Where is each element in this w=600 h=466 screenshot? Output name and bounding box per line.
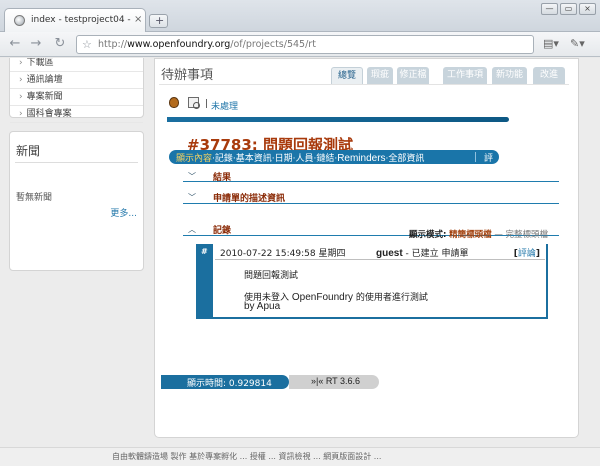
search-document-icon[interactable] [188,97,200,109]
browser-toolbar: ← → ↻ ☆ http://www.openfoundry.org/of/pr… [0,32,600,57]
rt-footer: 顯示時間: 0.929814 »|« RT 3.6.6 [161,375,381,389]
plus-icon: + [155,14,165,27]
reload-button[interactable]: ↻ [51,35,69,53]
news-empty-text: 暫無新聞 [16,193,53,203]
history-marker: # [196,244,213,319]
tab-close-icon[interactable]: × [134,14,142,25]
menu-items-links[interactable]: ‧記錄‧基本資訊‧日期‧人員‧鏈結‧ [212,154,337,164]
main-content: 待辦事項 總覽 瑕疵 修正檔 工作事項 新功能 改進 | 未處理 #37783:… [154,58,579,438]
news-more-link[interactable]: 更多... [110,206,137,219]
tab-defects[interactable]: 瑕疵 [367,67,393,84]
divider [215,259,545,260]
section-description[interactable]: ﹀ 申請單的描述資訊 [183,191,559,204]
page-gutter [590,58,600,466]
tab-features[interactable]: 新功能 [492,67,527,84]
page-viewport: › 下載區 › 通訊論壇 › 專案新聞 › 國科會專案 新聞 暫無新聞 更多... 待辦… [0,58,600,466]
history-author: guest - 已建立 申請單 [376,248,469,259]
history-body-line: by Apua [244,301,281,312]
url-text: http://www.openfoundry.org/of/projects/5… [98,39,316,50]
tab-tasks[interactable]: 工作事項 [443,67,487,84]
sidebar-menu: › 下載區 › 通訊論壇 › 專案新聞 › 國科會專案 [9,58,144,123]
bug-icon[interactable] [169,97,179,108]
news-title: 新聞 [16,144,41,158]
ticket-menu-bar: 顯示內容‧記錄‧基本資訊‧日期‧人員‧鏈結‧Reminders‧全部資訊 評論 [169,150,499,177]
divider [15,162,138,163]
reply-link[interactable]: 評論 [518,249,536,259]
footer-text: 自由軟體鑄造場 製作 基於專案孵化 ... 授權 ... 資訊檢視 ... 網頁… [112,452,382,461]
header-bar [167,117,509,122]
sidebar-item-nsc-projects[interactable]: › 國科會專案 [10,106,143,123]
favicon-icon [14,15,25,26]
new-tab-button[interactable]: + [149,14,168,28]
history-reply: [評論] [513,249,540,259]
close-window-button[interactable]: × [579,3,596,15]
news-panel: 新聞 暫無新聞 更多... [9,131,144,271]
forward-button[interactable]: → [27,35,45,53]
page-title: 待辦事項 [161,68,214,83]
divider [159,84,569,85]
brief-headers-link[interactable]: 精簡標頭檔 [449,230,492,240]
sidebar-item-forum[interactable]: › 通訊論壇 [10,72,143,89]
maximize-button[interactable]: ▭ [560,3,577,15]
chevron-down-icon[interactable]: ﹀ [188,171,196,182]
tab-title: index - testproject04 - O... [31,15,131,25]
tab-improvements[interactable]: 改進 [533,67,565,84]
back-button[interactable]: ← [6,35,24,53]
chevron-up-icon[interactable]: ︿ [188,224,196,235]
unresolved-link[interactable]: 未處理 [211,99,238,112]
menu-display-link[interactable]: 顯示內容 [176,154,212,164]
site-footer: 自由軟體鑄造場 製作 基於專案孵化 ... 授權 ... 資訊檢視 ... 網頁… [0,447,600,466]
sidebar-item-downloads[interactable]: › 下載區 [10,58,143,72]
browser-tab[interactable]: index - testproject04 - O... × [4,8,146,32]
page-menu-icon[interactable]: ▤▾ [543,37,559,50]
tab-patches[interactable]: 修正檔 [397,67,429,84]
history-entry: # 2010-07-22 15:49:58 星期四 guest - 已建立 申請… [196,244,548,319]
minimize-button[interactable]: — [541,3,558,15]
section-results[interactable]: ﹀ 結果 [183,170,559,183]
history-body-line: 問題回報測試 [244,271,299,281]
full-headers-link[interactable]: 完整標頭檔 [506,230,549,240]
star-icon[interactable]: ☆ [82,38,92,51]
tab-overview[interactable]: 總覽 [331,67,363,84]
divider [475,152,476,162]
sidebar-item-news[interactable]: › 專案新聞 [10,89,143,106]
display-mode-toggle: 顯示模式: 精簡標頭檔 — 完整標頭檔 [409,230,549,240]
history-date: 2010-07-22 15:49:58 星期四 [220,249,346,259]
wrench-icon[interactable]: ✎▾ [570,37,585,50]
rt-version[interactable]: »|« RT 3.6.6 [289,375,379,389]
chevron-down-icon[interactable]: ﹀ [188,192,196,203]
browser-titlebar: index - testproject04 - O... × + — ▭ × [0,0,600,32]
address-bar[interactable]: ☆ http://www.openfoundry.org/of/projects… [76,35,534,54]
menu-all-link[interactable]: ‧全部資訊 [386,154,425,164]
render-time: 顯示時間: 0.929814 [161,375,289,389]
menu-reminders-link[interactable]: Reminders [337,153,385,164]
